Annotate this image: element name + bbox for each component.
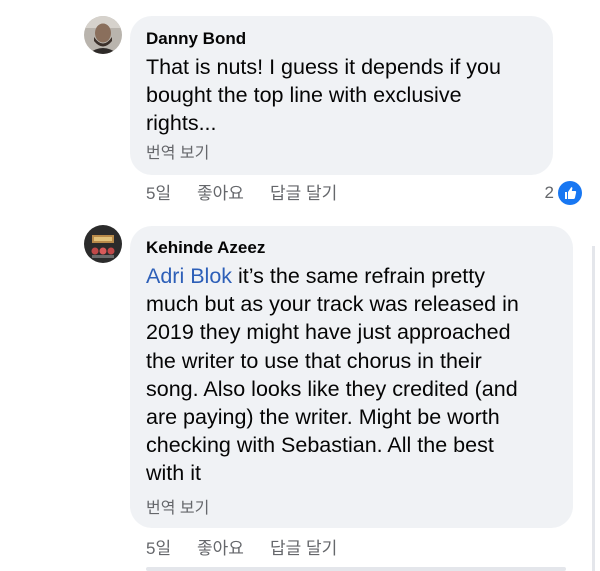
comment-text-line: with it xyxy=(146,461,201,486)
comment-time[interactable]: 5일 xyxy=(146,539,171,559)
reply-button[interactable]: 답글 달기 xyxy=(270,539,337,559)
comment-text-line: bought the top line with exclusive xyxy=(146,83,462,108)
comment-text: Adri Blok it’s the same refrain pretty m… xyxy=(146,262,519,488)
comment-time[interactable]: 5일 xyxy=(146,184,171,204)
comment-text-line: That is nuts! I guess it depends if you xyxy=(146,55,501,79)
reaction-summary[interactable]: 2 xyxy=(520,181,582,205)
comment-actions: 5일 좋아요 답글 달기 xyxy=(146,184,446,204)
avatar[interactable] xyxy=(84,225,122,263)
comment-text-line: checking with Sebastian. All the best xyxy=(146,433,494,458)
reply-button[interactable]: 답글 달기 xyxy=(270,184,337,204)
comment-author[interactable]: Danny Bond xyxy=(146,29,246,49)
see-translation-link[interactable]: 번역 보기 xyxy=(146,499,209,519)
comment-text: That is nuts! I guess it depends if you … xyxy=(146,53,501,138)
comment-text-fragment: it’s the same refrain pretty xyxy=(232,264,485,288)
comment-text-line: rights... xyxy=(146,111,217,136)
see-translation-link[interactable]: 번역 보기 xyxy=(146,144,209,164)
comment-text-line: the writer to use that chorus in their xyxy=(146,348,482,373)
comment-text-line: Adri Blok it’s the same refrain pretty xyxy=(146,262,519,290)
scrollbar[interactable] xyxy=(592,246,595,571)
like-button[interactable]: 좋아요 xyxy=(197,184,244,204)
comment-text-line: 2019 they might have just approached xyxy=(146,320,511,345)
reaction-count: 2 xyxy=(544,183,554,202)
thumbs-up-icon xyxy=(558,181,582,205)
mention-link[interactable]: Adri Blok xyxy=(146,264,232,288)
comment-text-line: song. Also looks like they credited (and xyxy=(146,376,518,401)
next-comment-edge xyxy=(146,567,566,571)
like-button[interactable]: 좋아요 xyxy=(197,539,244,559)
comment-actions: 5일 좋아요 답글 달기 xyxy=(146,539,446,559)
comment-text-line: are paying) the writer. Might be worth xyxy=(146,405,500,430)
avatar[interactable] xyxy=(84,16,122,54)
comment-author[interactable]: Kehinde Azeez xyxy=(146,238,265,258)
comment-text-line: much but as your track was released in xyxy=(146,292,519,317)
